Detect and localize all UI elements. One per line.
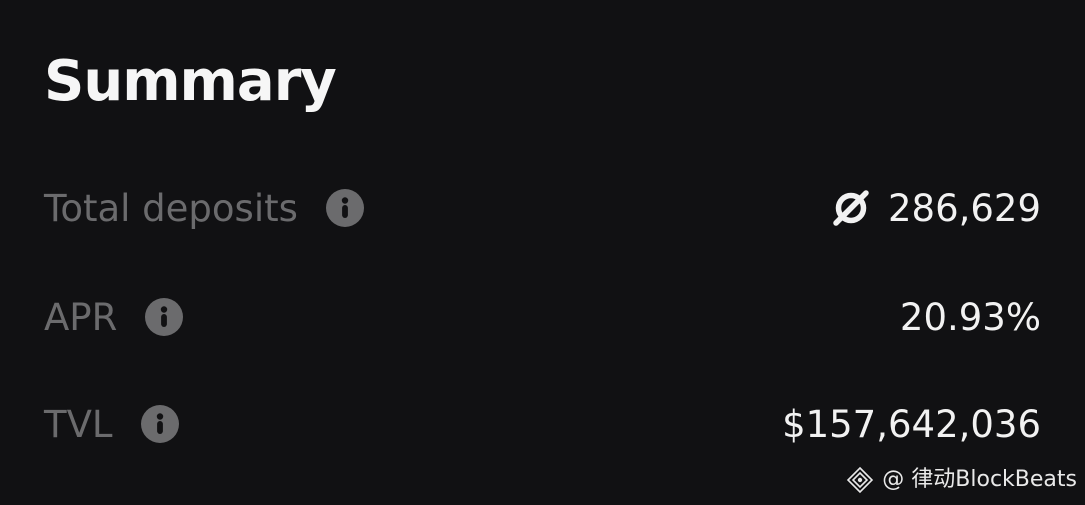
summary-row-total-deposits: Total deposits 286,629 [44,184,1041,232]
info-icon[interactable] [325,189,364,227]
apr-label: APR [44,295,118,339]
summary-label-group: TVL [44,400,179,448]
summary-label-group: APR [44,293,184,341]
watermark: @ 律动BlockBeats [846,466,1077,494]
total-deposits-value: 286,629 [887,186,1041,230]
info-icon[interactable] [145,298,184,336]
summary-row-apr: APR 20.93% [44,293,1041,341]
blockbeats-logo-icon [847,466,874,494]
summary-value-group: $157,642,036 [782,400,1041,448]
summary-label-group: Total deposits [44,184,364,232]
summary-value-group: 20.93% [900,293,1041,341]
summary-value-group: 286,629 [830,184,1041,232]
info-icon[interactable] [140,405,179,443]
summary-panel: Summary Total deposits 286,629 APR 20.93… [0,0,1085,505]
watermark-text: @ 律动BlockBeats [882,467,1077,492]
summary-title: Summary [44,49,337,114]
summary-row-tvl: TVL $157,642,036 [44,400,1041,448]
apr-value: 20.93% [899,295,1041,339]
total-deposits-label: Total deposits [44,186,298,230]
tvl-value: $157,642,036 [782,402,1041,446]
tvl-label: TVL [44,402,113,446]
token-icon [833,190,869,226]
